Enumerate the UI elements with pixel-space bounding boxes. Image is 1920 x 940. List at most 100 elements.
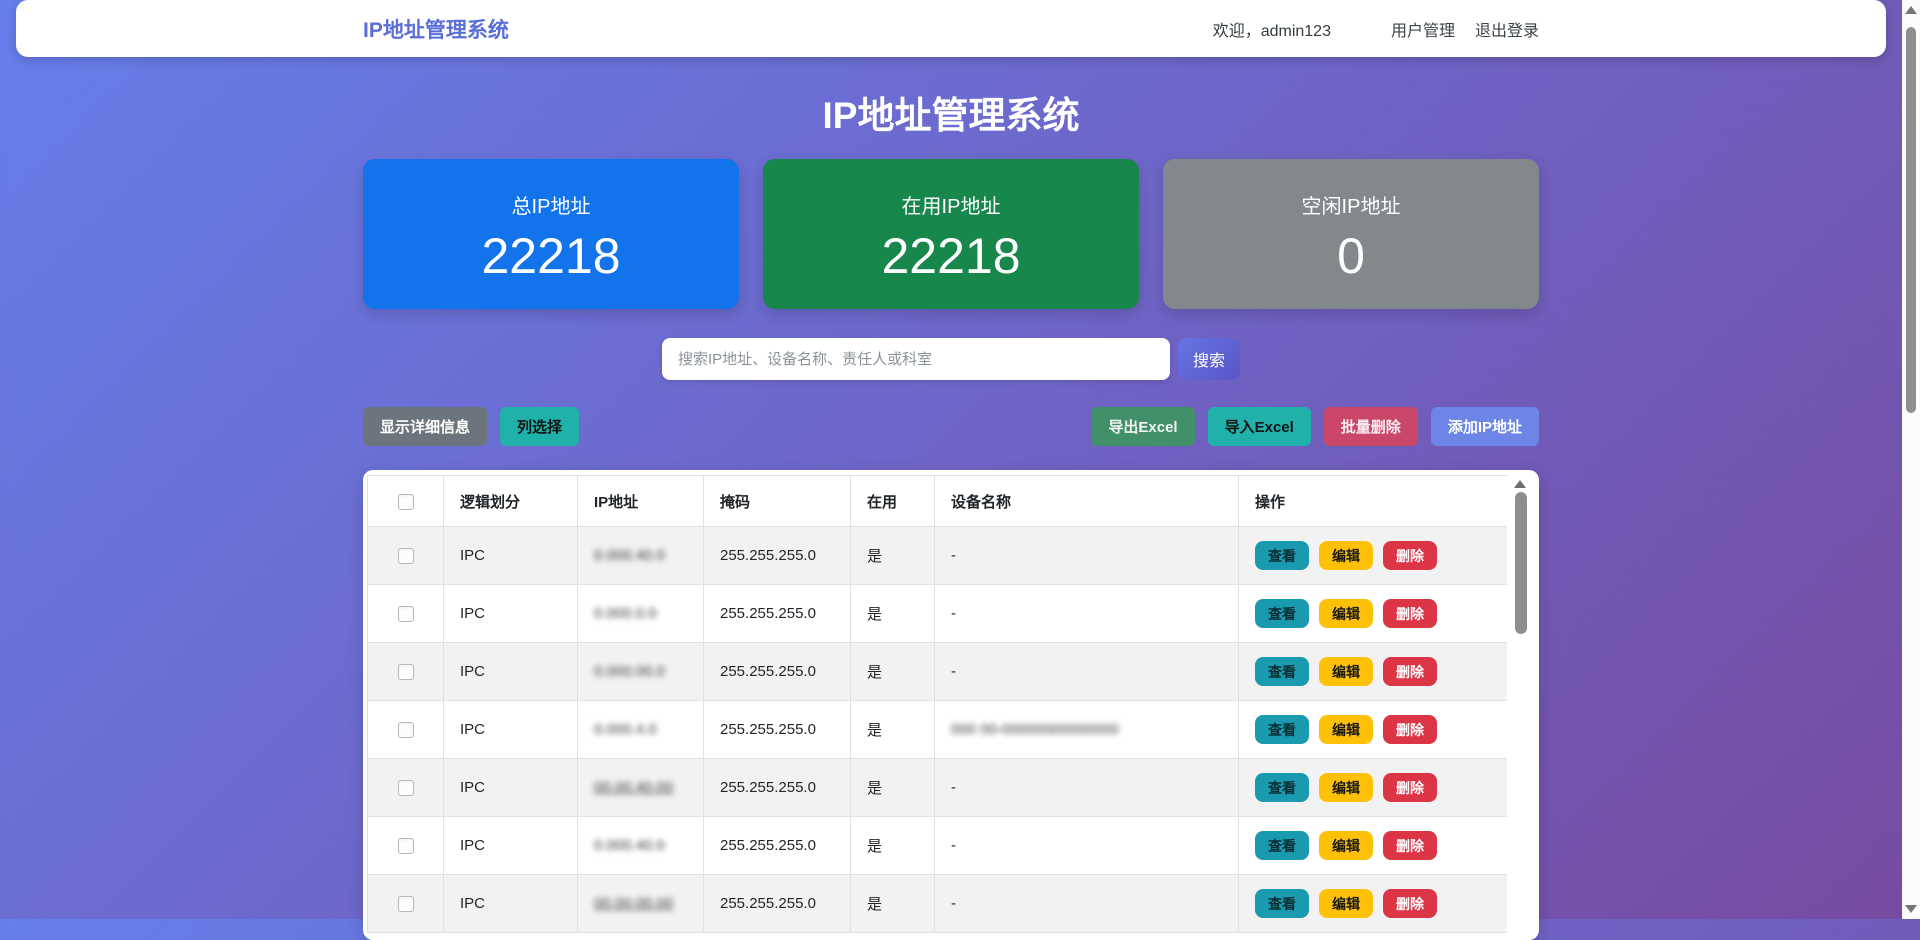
delete-button[interactable]: 删除 xyxy=(1383,889,1437,918)
show-details-button[interactable]: 显示详细信息 xyxy=(363,407,487,446)
device-name-redacted: 000 00-00000000000000 xyxy=(951,721,1119,738)
delete-button[interactable]: 删除 xyxy=(1383,541,1437,570)
row-checkbox[interactable] xyxy=(398,896,414,912)
edit-button[interactable]: 编辑 xyxy=(1319,541,1373,570)
cell-ip: 0.000.40.0 xyxy=(578,527,704,585)
table-row: IPC 0.000.40.0 255.255.255.0是-查看编辑删除 xyxy=(368,527,1508,585)
stat-value: 22218 xyxy=(363,231,739,281)
ip-address-redacted: 0.000.00.0 xyxy=(594,663,665,680)
header-inuse: 在用 xyxy=(851,476,935,527)
ip-address-redacted: 0.000.40.0 xyxy=(594,837,665,854)
edit-button[interactable]: 编辑 xyxy=(1319,831,1373,860)
cell-inuse: 是 xyxy=(851,875,935,933)
delete-button[interactable]: 删除 xyxy=(1383,599,1437,628)
table-row: IPC0.000.40.0255.255.255.0是-查看编辑删除 xyxy=(368,817,1508,875)
table-scrollbar[interactable] xyxy=(1507,475,1535,940)
import-excel-button[interactable]: 导入Excel xyxy=(1208,407,1311,446)
row-checkbox[interactable] xyxy=(398,780,414,796)
view-button[interactable]: 查看 xyxy=(1255,599,1309,628)
edit-button[interactable]: 编辑 xyxy=(1319,889,1373,918)
cell-logic: IPC xyxy=(444,759,578,817)
scroll-down-icon[interactable] xyxy=(1905,905,1917,913)
cell-mask: 255.255.255.0 xyxy=(704,585,851,643)
cell-device: - xyxy=(935,759,1239,817)
scroll-up-icon[interactable] xyxy=(1514,480,1526,488)
cell-device: - xyxy=(935,817,1239,875)
device-name: - xyxy=(951,895,956,912)
ip-address-redacted: 00.00.00.00 xyxy=(594,895,673,912)
scroll-up-icon[interactable] xyxy=(1905,6,1917,14)
row-checkbox[interactable] xyxy=(398,606,414,622)
page-title: IP地址管理系统 xyxy=(363,95,1539,137)
edit-button[interactable]: 编辑 xyxy=(1319,657,1373,686)
cell-device: - xyxy=(935,527,1239,585)
page-background: IP地址管理系统 欢迎，admin123 用户管理 退出登录 IP地址管理系统 … xyxy=(0,0,1902,919)
search-input[interactable] xyxy=(662,338,1170,380)
cell-logic: IPC xyxy=(444,817,578,875)
delete-button[interactable]: 删除 xyxy=(1383,831,1437,860)
table-scrollbar-thumb[interactable] xyxy=(1515,492,1527,634)
stat-label: 总IP地址 xyxy=(363,190,739,219)
cell-device: - xyxy=(935,643,1239,701)
cell-ip: 0.000.0.0 xyxy=(578,585,704,643)
add-ip-button[interactable]: 添加IP地址 xyxy=(1431,407,1539,446)
cell-logic: IPC xyxy=(444,701,578,759)
stat-card-used-ip: 在用IP地址 22218 xyxy=(763,159,1139,309)
logout-link[interactable]: 退出登录 xyxy=(1475,17,1539,41)
window-scrollbar-thumb[interactable] xyxy=(1906,27,1916,413)
batch-delete-button[interactable]: 批量删除 xyxy=(1324,407,1418,446)
welcome-text: 欢迎，admin123 xyxy=(1213,17,1331,41)
header-ip: IP地址 xyxy=(578,476,704,527)
cell-actions: 查看编辑删除 xyxy=(1239,527,1508,585)
cell-actions: 查看编辑删除 xyxy=(1239,643,1508,701)
edit-button[interactable]: 编辑 xyxy=(1319,599,1373,628)
row-checkbox[interactable] xyxy=(398,664,414,680)
header-actions: 操作 xyxy=(1239,476,1508,527)
column-select-button[interactable]: 列选择 xyxy=(500,407,579,446)
cell-inuse: 是 xyxy=(851,701,935,759)
stat-label: 空闲IP地址 xyxy=(1163,190,1539,219)
view-button[interactable]: 查看 xyxy=(1255,657,1309,686)
ip-address-redacted: 00.00.40.00 xyxy=(594,779,673,796)
delete-button[interactable]: 删除 xyxy=(1383,773,1437,802)
window-scrollbar[interactable] xyxy=(1902,0,1920,919)
cell-mask: 255.255.255.0 xyxy=(704,817,851,875)
cell-mask: 255.255.255.0 xyxy=(704,875,851,933)
view-button[interactable]: 查看 xyxy=(1255,889,1309,918)
edit-button[interactable]: 编辑 xyxy=(1319,715,1373,744)
stat-card-free-ip: 空闲IP地址 0 xyxy=(1163,159,1539,309)
view-button[interactable]: 查看 xyxy=(1255,831,1309,860)
ip-table-card: 逻辑划分 IP地址 掩码 在用 设备名称 操作 IPC 0.000.40.0 255… xyxy=(363,470,1539,940)
edit-button[interactable]: 编辑 xyxy=(1319,773,1373,802)
user-management-link[interactable]: 用户管理 xyxy=(1391,17,1455,41)
delete-button[interactable]: 删除 xyxy=(1383,657,1437,686)
export-excel-button[interactable]: 导出Excel xyxy=(1091,407,1194,446)
row-checkbox[interactable] xyxy=(398,722,414,738)
view-button[interactable]: 查看 xyxy=(1255,773,1309,802)
view-button[interactable]: 查看 xyxy=(1255,541,1309,570)
cell-logic: IPC xyxy=(444,875,578,933)
cell-actions: 查看编辑删除 xyxy=(1239,701,1508,759)
select-all-checkbox[interactable] xyxy=(398,494,414,510)
delete-button[interactable]: 删除 xyxy=(1383,715,1437,744)
row-checkbox[interactable] xyxy=(398,838,414,854)
cell-inuse: 是 xyxy=(851,527,935,585)
table-row: IPC00.00.40.00255.255.255.0是-查看编辑删除 xyxy=(368,759,1508,817)
cell-mask: 255.255.255.0 xyxy=(704,527,851,585)
row-checkbox[interactable] xyxy=(398,548,414,564)
device-name: - xyxy=(951,605,956,622)
table-header-row: 逻辑划分 IP地址 掩码 在用 设备名称 操作 xyxy=(368,476,1508,527)
cell-actions: 查看编辑删除 xyxy=(1239,875,1508,933)
toolbar: 显示详细信息 列选择 导出Excel 导入Excel 批量删除 添加IP地址 xyxy=(363,407,1539,446)
cell-device: 000 00-00000000000000 xyxy=(935,701,1239,759)
ip-address-redacted: 0.000.40.0 xyxy=(594,547,665,564)
navbar-brand[interactable]: IP地址管理系统 xyxy=(363,14,509,44)
cell-mask: 255.255.255.0 xyxy=(704,759,851,817)
header-logic: 逻辑划分 xyxy=(444,476,578,527)
search-button[interactable]: 搜索 xyxy=(1178,338,1240,380)
cell-ip: 0.000.40.0 xyxy=(578,817,704,875)
view-button[interactable]: 查看 xyxy=(1255,715,1309,744)
stat-value: 22218 xyxy=(763,231,1139,281)
ip-table: 逻辑划分 IP地址 掩码 在用 设备名称 操作 IPC 0.000.40.0 255… xyxy=(367,475,1507,933)
cell-logic: IPC xyxy=(444,527,578,585)
